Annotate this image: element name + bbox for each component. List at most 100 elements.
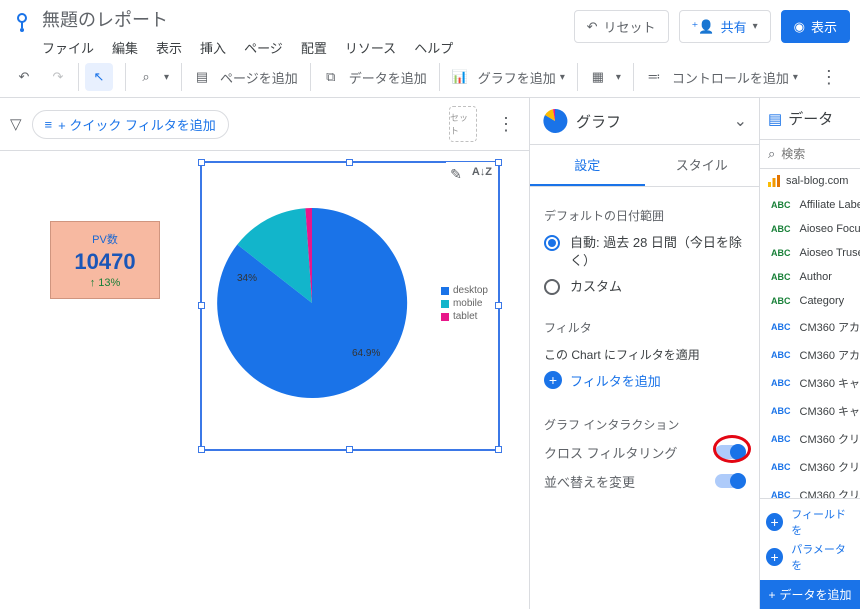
field-row[interactable]: ABCCM360 アカウ (760, 341, 860, 369)
reset-button[interactable]: ↶リセット (574, 10, 669, 43)
page-set-indicator[interactable]: セット (449, 106, 477, 142)
edit-pencil-icon[interactable]: ✎ (450, 166, 462, 183)
add-chart-button[interactable]: グラフを追加 (478, 68, 556, 87)
add-data-button-footer[interactable]: +データを追加 (760, 580, 860, 609)
add-field-button[interactable]: +フィールドを (766, 506, 854, 538)
radio-checked-icon (544, 235, 560, 251)
view-button[interactable]: ◉表示 (781, 10, 850, 43)
filter-subtitle: この Chart にフィルタを適用 (544, 346, 745, 363)
abc-type-icon: ABC (768, 295, 794, 307)
chart-panel-icon (542, 108, 568, 134)
field-row[interactable]: ABCCM360 クリコ (760, 425, 860, 453)
add-page-button[interactable]: ページを追加 (220, 68, 298, 87)
chevron-down-icon: ▾ (753, 21, 758, 32)
add-page-icon: ▤ (188, 63, 216, 91)
menu-resource[interactable]: リソース (345, 38, 396, 57)
data-panel-title: データ (788, 108, 833, 129)
legend-item: tablet (441, 311, 488, 322)
menu-view[interactable]: 表示 (156, 38, 182, 57)
field-row[interactable]: ABCCM360 アカウ (760, 313, 860, 341)
toolbar-more-icon[interactable]: ⋮ (820, 67, 838, 88)
add-param-button[interactable]: +パラメータを (766, 541, 854, 573)
add-chart-icon: 📊 (446, 63, 474, 91)
datasource-row[interactable]: sal-blog.com (760, 169, 860, 193)
radio-unchecked-icon (544, 279, 560, 295)
field-row[interactable]: ABCAioseo Trusec (760, 241, 860, 265)
pie-chart[interactable]: ✎ A↓Z 64.9% 34% desktop mobile tablet (200, 161, 500, 451)
zoom-tool[interactable]: ⌕ (132, 63, 160, 91)
abc-type-icon: ABC (768, 461, 794, 473)
field-row[interactable]: ABCCM360 クリコ (760, 481, 860, 498)
redo-tool[interactable]: ↷ (44, 63, 72, 91)
pointer-tool[interactable]: ↖ (85, 63, 113, 91)
filter-icon[interactable]: ▽ (10, 115, 22, 133)
abc-type-icon: ABC (768, 377, 794, 389)
scorecard-label: PV数 (92, 231, 118, 247)
add-filter-button[interactable]: + フィルタを追加 (544, 371, 745, 390)
abc-type-icon: ABC (768, 321, 794, 333)
legend-item: desktop (441, 285, 488, 296)
field-row[interactable]: ABCAioseo Focus (760, 217, 860, 241)
abc-type-icon: ABC (768, 223, 794, 235)
document-title[interactable]: 無題のレポート (42, 6, 574, 32)
add-control-icon: ≕ (640, 63, 668, 91)
undo-tool[interactable]: ↶ (10, 63, 38, 91)
pie-label-desktop: 64.9% (352, 348, 380, 359)
add-control-button[interactable]: コントロールを追加 (672, 68, 789, 87)
menu-bar: ファイル 編集 表示 挿入 ページ 配置 リソース ヘルプ (42, 38, 574, 57)
abc-type-icon: ABC (768, 271, 794, 283)
menu-arrange[interactable]: 配置 (301, 38, 327, 57)
menu-edit[interactable]: 編集 (112, 38, 138, 57)
chevron-down-icon: ▾ (164, 72, 169, 83)
data-panel-icon: ▤ (768, 110, 782, 128)
scorecard-delta: ↑ 13% (90, 277, 121, 289)
abc-type-icon: ABC (768, 405, 794, 417)
menu-insert[interactable]: 挿入 (200, 38, 226, 57)
menu-file[interactable]: ファイル (42, 38, 94, 57)
data-search-input[interactable] (781, 147, 841, 161)
field-row[interactable]: ABCCM360 キャン (760, 397, 860, 425)
chevron-down-icon: ▾ (560, 72, 565, 83)
toolbar: ↶ ↷ ↖ ⌕ ▾ ▤ページを追加 ⧉データを追加 📊グラフを追加 ▾ ▦ ▾ ≕コン… (0, 57, 860, 98)
field-row[interactable]: ABCAffiliate Label (760, 193, 860, 217)
date-range-custom[interactable]: カスタム (544, 278, 745, 296)
sort-change-toggle[interactable] (715, 474, 745, 488)
cross-filter-toggle[interactable] (715, 445, 745, 459)
pie-label-mobile: 34% (237, 273, 257, 284)
cross-filter-label: クロス フィルタリング (544, 443, 677, 462)
add-data-button[interactable]: データを追加 (349, 68, 427, 87)
plus-circle-icon: + (544, 371, 562, 389)
add-data-icon: ⧉ (317, 63, 345, 91)
pie-svg (212, 203, 412, 403)
field-row[interactable]: ABCAuthor (760, 265, 860, 289)
panel-expand-icon[interactable]: ⌄ (734, 111, 747, 131)
date-range-title: デフォルトの日付範囲 (544, 207, 745, 224)
sort-az-icon[interactable]: A↓Z (472, 166, 492, 183)
chevron-down-icon: ▾ (793, 72, 798, 83)
plus-icon: + (768, 588, 775, 602)
interaction-title: グラフ インタラクション (544, 416, 745, 433)
field-row[interactable]: ABCCategory (760, 289, 860, 313)
undo-icon: ↶ (587, 19, 598, 35)
field-row[interactable]: ABCCM360 キャン (760, 369, 860, 397)
filter-more-icon[interactable]: ⋮ (497, 114, 515, 135)
date-range-auto[interactable]: 自動: 過去 28 日間（今日を除く） (544, 234, 745, 270)
scorecard-pv[interactable]: PV数 10470 ↑ 13% (50, 221, 160, 299)
search-icon: ⌕ (768, 146, 775, 162)
share-button[interactable]: ⁺👤共有▾ (679, 10, 771, 43)
chart-legend: desktop mobile tablet (441, 283, 488, 324)
menu-help[interactable]: ヘルプ (414, 38, 453, 57)
eye-icon: ◉ (794, 19, 805, 35)
field-row[interactable]: ABCCM360 クリコ (760, 453, 860, 481)
report-canvas[interactable]: PV数 10470 ↑ 13% ✎ A↓Z 64.9% 34% (0, 151, 529, 609)
menu-page[interactable]: ページ (244, 38, 283, 57)
quick-filter-chip[interactable]: ≡+ クイック フィルタを追加 (32, 110, 229, 139)
tab-style[interactable]: スタイル (645, 145, 760, 186)
abc-type-icon: ABC (768, 489, 794, 498)
abc-type-icon: ABC (768, 199, 794, 211)
tab-setup[interactable]: 設定 (530, 145, 645, 186)
community-viz-tool[interactable]: ▦ (584, 63, 612, 91)
plus-circle-icon: + (766, 513, 783, 531)
plus-circle-icon: + (766, 548, 783, 566)
sort-change-label: 並べ替えを変更 (544, 472, 635, 491)
